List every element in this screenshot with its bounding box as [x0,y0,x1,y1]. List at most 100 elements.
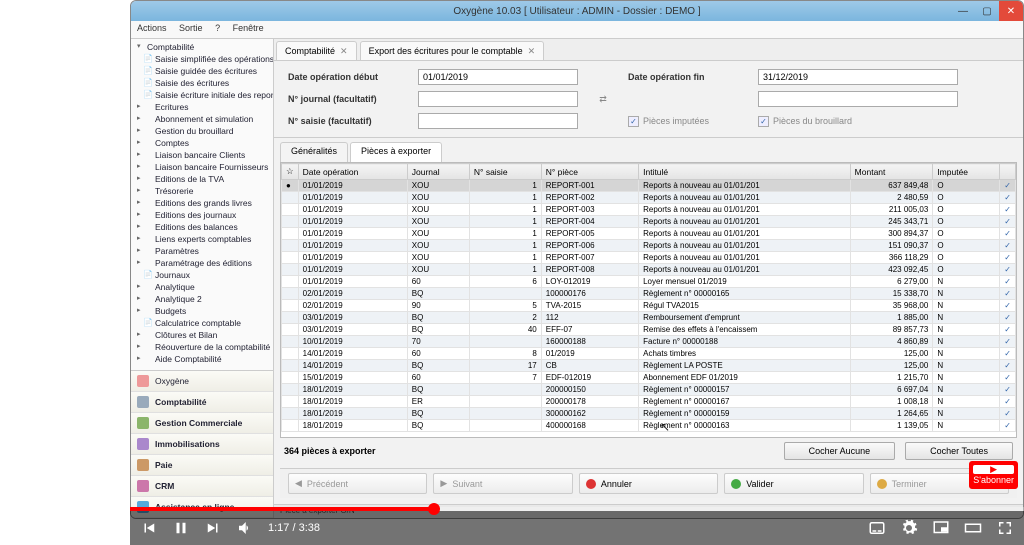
nav-tree[interactable]: Comptabilité Saisie simplifiée des opéra… [131,39,273,370]
checkbox-imputees[interactable]: ✓Pièces imputées [628,116,748,127]
table-row[interactable]: ●01/01/2019XOU1REPORT-001Reports à nouve… [282,180,1016,192]
tree-item[interactable]: Saisie guidée des écritures [133,65,271,77]
journal-input-2[interactable] [758,91,958,107]
table-row[interactable]: 01/01/2019XOU1REPORT-005Reports à nouvea… [282,228,1016,240]
module-paie[interactable]: Paie [131,455,273,476]
menu-fenetre[interactable]: Fenêtre [233,23,264,33]
tree-root[interactable]: Comptabilité [133,41,271,53]
tree-item[interactable]: Editions de la TVA [133,173,271,185]
journal-input[interactable] [418,91,578,107]
close-icon[interactable]: ✕ [340,46,348,57]
menu-actions[interactable]: Actions [137,23,167,33]
tab-comptabilite[interactable]: Comptabilité✕ [276,41,357,60]
progress-bar[interactable] [130,507,1024,511]
tree-item[interactable]: Saisie écriture initiale des reports [133,89,271,101]
tree-item[interactable]: Editions des balances [133,221,271,233]
module-crm[interactable]: CRM [131,476,273,497]
module-gestion[interactable]: Gestion Commerciale [131,413,273,434]
table-row[interactable]: 18/01/2019ER200000178Règlement n° 000001… [282,396,1016,408]
col-date[interactable]: Date opération [298,164,407,180]
col-intitule[interactable]: Intitulé [639,164,851,180]
tree-item[interactable]: Editions des grands livres [133,197,271,209]
date-start-input[interactable] [418,69,578,85]
progress-thumb[interactable] [428,503,440,515]
table-row[interactable]: 02/01/2019BQ100000176Règlement n° 000001… [282,288,1016,300]
table-row[interactable]: 01/01/2019XOU1REPORT-007Reports à nouvea… [282,252,1016,264]
table-row[interactable]: 01/01/2019606LOY-012019Loyer mensuel 01/… [282,276,1016,288]
tree-item[interactable]: Analytique 2 [133,293,271,305]
col-journal[interactable]: Journal [407,164,469,180]
tree-item[interactable]: Journaux [133,269,271,281]
tree-item[interactable]: Saisie des écritures [133,77,271,89]
minimize-button[interactable]: — [951,1,975,21]
swap-icon[interactable]: ⇄ [588,94,618,105]
table-row[interactable]: 01/01/2019XOU1REPORT-002Reports à nouvea… [282,192,1016,204]
tree-item[interactable]: Réouverture de la comptabilité [133,341,271,353]
tree-item[interactable]: Liaison bancaire Clients [133,149,271,161]
subtab-generalites[interactable]: Généralités [280,142,348,162]
next-track-icon[interactable] [204,519,222,537]
tree-item[interactable]: Calculatrice comptable [133,317,271,329]
saisie-input[interactable] [418,113,578,129]
table-row[interactable]: 02/01/2019905TVA-2015Régul TVA201535 968… [282,300,1016,312]
menu-help[interactable]: ? [215,23,220,33]
col-piece[interactable]: N° pièce [541,164,638,180]
captions-icon[interactable] [868,519,886,537]
tree-item[interactable]: Abonnement et simulation [133,113,271,125]
table-row[interactable]: 01/01/2019XOU1REPORT-004Reports à nouvea… [282,216,1016,228]
table-row[interactable]: 15/01/2019607EDF-012019Abonnement EDF 01… [282,372,1016,384]
col-saisie[interactable]: N° saisie [469,164,541,180]
checkbox-brouillard[interactable]: ✓Pièces du brouillard [758,116,958,127]
tree-item[interactable]: Clôtures et Bilan [133,329,271,341]
subtab-pieces[interactable]: Pièces à exporter [350,142,442,162]
fullscreen-icon[interactable] [996,519,1014,537]
table-row[interactable]: 03/01/2019BQ40EFF-07Remise des effets à … [282,324,1016,336]
tree-item[interactable]: Paramètres [133,245,271,257]
next-button[interactable]: ▶ Suivant [433,473,572,494]
check-all-button[interactable]: Cocher Toutes [905,442,1013,460]
tree-item[interactable]: Paramétrage des éditions [133,257,271,269]
settings-icon[interactable] [900,519,918,537]
table-row[interactable]: 14/01/201960801/2019Achats timbres125,00… [282,348,1016,360]
miniplayer-icon[interactable] [932,519,950,537]
tree-item[interactable]: Saisie simplifiée des opérations [133,53,271,65]
table-row[interactable]: 18/01/2019BQ200000150Règlement n° 000001… [282,384,1016,396]
col-montant[interactable]: Montant [850,164,933,180]
subscribe-button[interactable]: ▶ S'abonner [969,461,1018,489]
validate-button[interactable]: Valider [724,473,863,494]
maximize-button[interactable]: ▢ [975,1,999,21]
table-row[interactable]: 01/01/2019XOU1REPORT-003Reports à nouvea… [282,204,1016,216]
module-oxygene[interactable]: Oxygène [131,371,273,392]
table-row[interactable]: 14/01/2019BQ17CBRèglement LA POSTE125,00… [282,360,1016,372]
cancel-button[interactable]: Annuler [579,473,718,494]
window-titlebar[interactable]: Oxygène 10.03 [ Utilisateur : ADMIN - Do… [131,1,1023,21]
table-row[interactable]: 18/01/2019BQ300000162Règlement n° 000001… [282,408,1016,420]
tree-item[interactable]: Analytique [133,281,271,293]
tree-item[interactable]: Aide Comptabilité [133,353,271,365]
close-icon[interactable]: ✕ [528,46,536,57]
module-comptabilite[interactable]: Comptabilité [131,392,273,413]
table-row[interactable]: 03/01/2019BQ2112Remboursement d'emprunt1… [282,312,1016,324]
close-button[interactable]: ✕ [999,1,1023,21]
date-end-input[interactable] [758,69,958,85]
tree-item[interactable]: Budgets [133,305,271,317]
theater-icon[interactable] [964,519,982,537]
pause-icon[interactable] [172,519,190,537]
table-row[interactable]: 18/01/2019BQ400000168Règlement n° 000001… [282,420,1016,432]
prev-track-icon[interactable] [140,519,158,537]
col-imputee[interactable]: Imputée [933,164,1000,180]
table-row[interactable]: 01/01/2019XOU1REPORT-006Reports à nouvea… [282,240,1016,252]
module-immobilisations[interactable]: Immobilisations [131,434,273,455]
tree-item[interactable]: Trésorerie [133,185,271,197]
table-row[interactable]: 01/01/2019XOU1REPORT-008Reports à nouvea… [282,264,1016,276]
uncheck-all-button[interactable]: Cocher Aucune [784,442,896,460]
volume-icon[interactable] [236,519,254,537]
prev-button[interactable]: ◀ Précédent [288,473,427,494]
tree-item[interactable]: Ecritures [133,101,271,113]
tree-item[interactable]: Liens experts comptables [133,233,271,245]
data-grid[interactable]: ☆ Date opération Journal N° saisie N° pi… [280,162,1017,438]
menu-sortie[interactable]: Sortie [179,23,203,33]
table-row[interactable]: 10/01/201970160000188Facture n° 00000188… [282,336,1016,348]
tree-item[interactable]: Liaison bancaire Fournisseurs [133,161,271,173]
tree-item[interactable]: Editions des journaux [133,209,271,221]
